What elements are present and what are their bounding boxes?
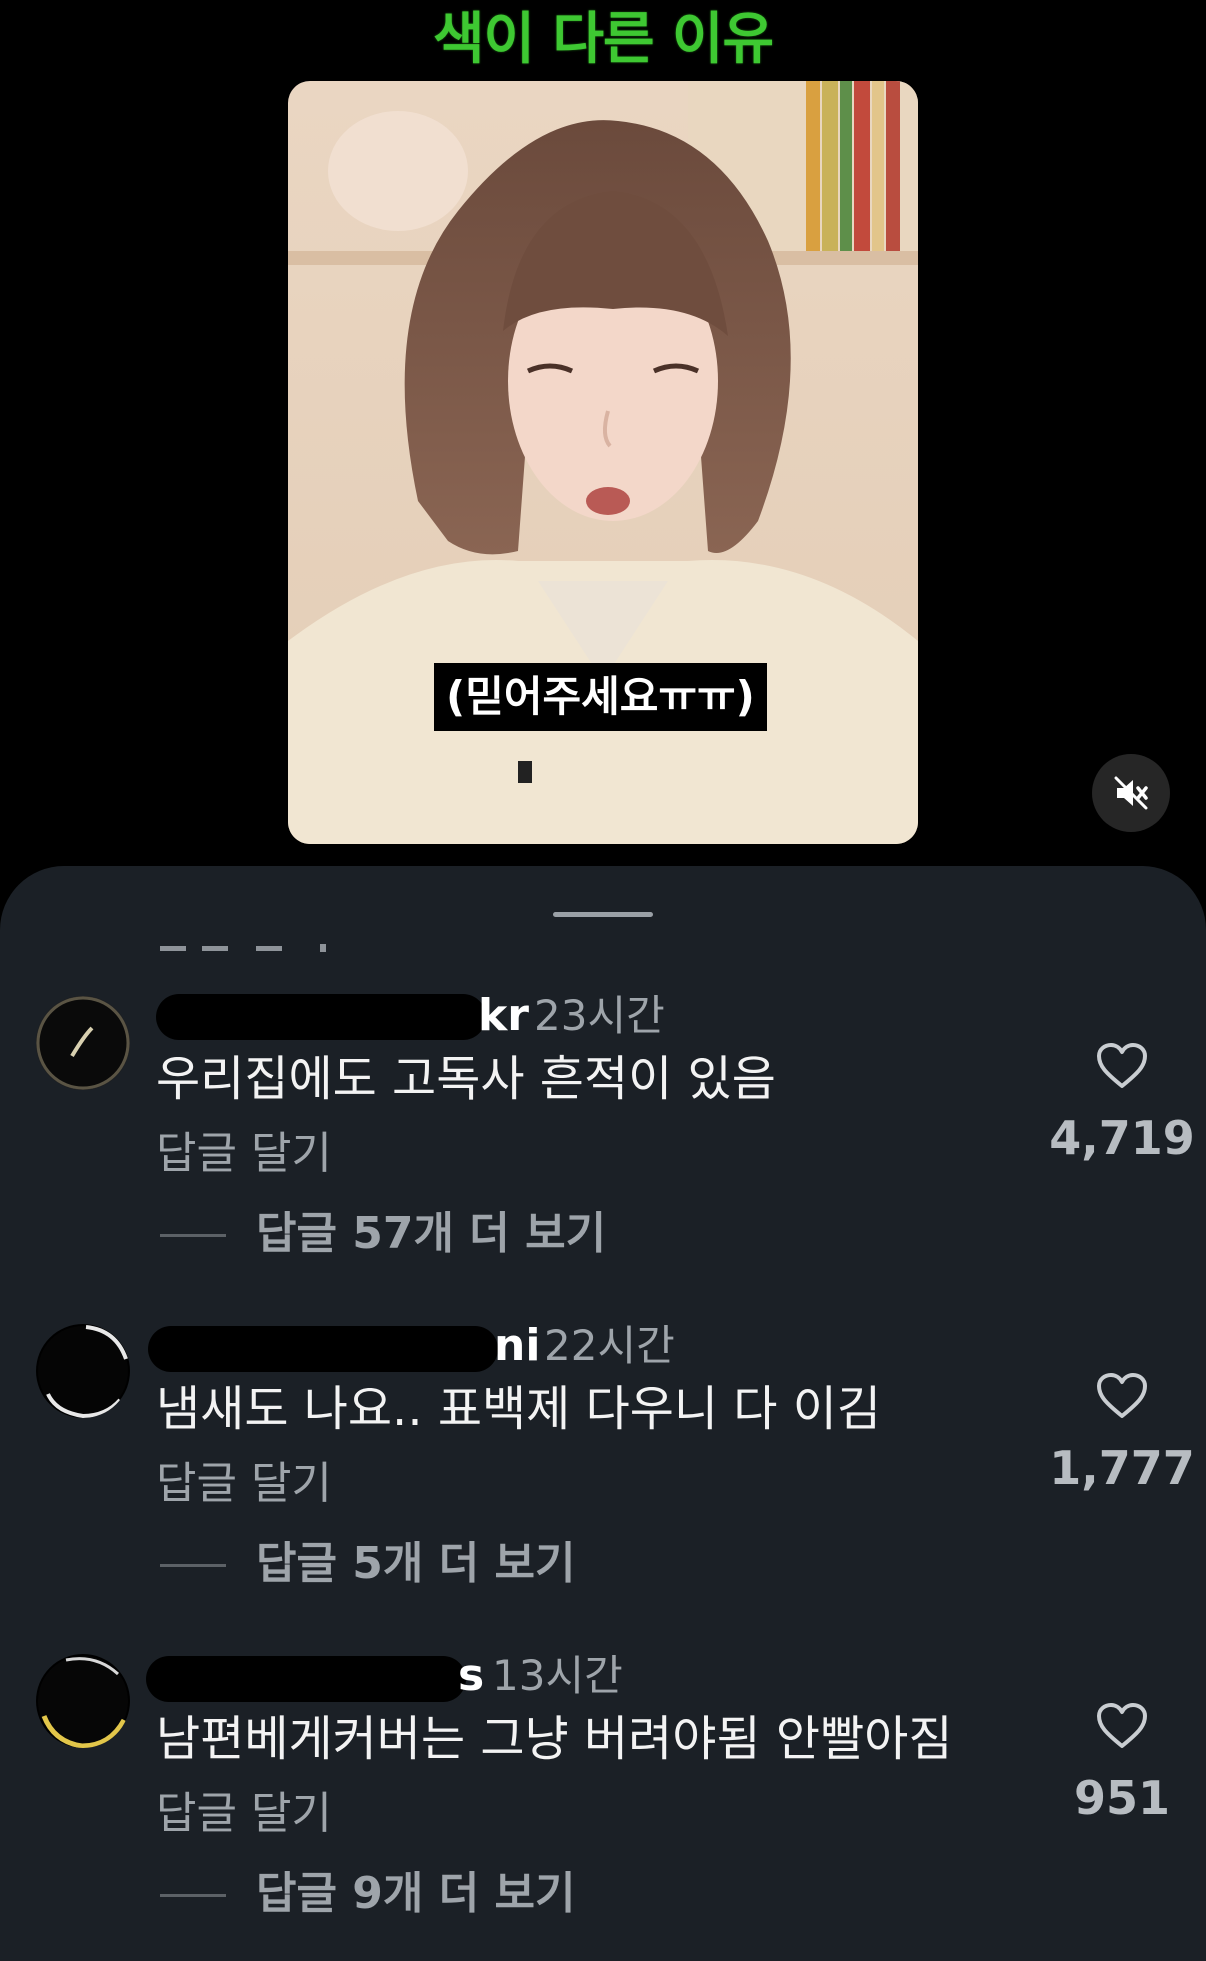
comment-item: s 13시간 남편베게커버는 그냥 버려야됨 안빨아짐 답글 달기 답글 9개 …	[0, 1646, 1206, 1946]
avatar[interactable]	[36, 996, 130, 1090]
comment-text: 우리집에도 고독사 흔적이 있음	[156, 1051, 776, 1107]
avatar[interactable]	[36, 1324, 130, 1418]
divider-line	[160, 1564, 226, 1567]
view-more-replies-label: 답글 5개 더 보기	[256, 1538, 576, 1589]
mute-button[interactable]	[1092, 754, 1170, 832]
heart-icon[interactable]	[1096, 1372, 1148, 1420]
comments-sheet[interactable]: kr 23시간 우리집에도 고독사 흔적이 있음 답글 달기 답글 57개 더 …	[0, 866, 1206, 1961]
comment-author-row[interactable]: kr 23시간	[156, 986, 856, 1046]
comment-time: 22시간	[544, 1321, 675, 1370]
reply-button[interactable]: 답글 달기	[156, 1784, 332, 1844]
like-count: 951	[1073, 1771, 1171, 1825]
view-more-replies-label: 답글 57개 더 보기	[256, 1208, 607, 1259]
redacted-username	[146, 1656, 466, 1702]
view-more-replies[interactable]: 답글 9개 더 보기	[160, 1864, 860, 1924]
view-more-replies[interactable]: 답글 5개 더 보기	[160, 1534, 860, 1594]
like-count: 1,777	[1049, 1441, 1195, 1495]
view-more-replies[interactable]: 답글 57개 더 보기	[160, 1204, 860, 1264]
heart-icon[interactable]	[1096, 1042, 1148, 1090]
view-more-replies-label: 답글 9개 더 보기	[256, 1868, 576, 1919]
username-visible-part: ni	[494, 1320, 541, 1371]
comment-item: ni 22시간 냄새도 나요.. 표백제 다우니 다 이김 답글 달기 답글 5…	[0, 1316, 1206, 1616]
divider-line	[160, 1234, 226, 1237]
comment-text: 남편베게커버는 그냥 버려야됨 안빨아짐	[156, 1711, 953, 1767]
like-count: 4,719	[1049, 1111, 1195, 1165]
username-visible-part: kr	[478, 990, 529, 1041]
comment-item: kr 23시간 우리집에도 고독사 흔적이 있음 답글 달기 답글 57개 더 …	[0, 986, 1206, 1286]
comment-author-row[interactable]: s 13시간	[146, 1646, 856, 1706]
clipped-previous-text	[160, 944, 326, 952]
divider-line	[160, 1894, 226, 1897]
comment-time: 13시간	[492, 1651, 623, 1700]
speaker-muted-icon	[1114, 776, 1148, 810]
redacted-username	[148, 1326, 498, 1372]
video-title-overlay: 색이 다른 이유	[432, 7, 774, 72]
comment-time: 23시간	[534, 991, 665, 1040]
comment-text: 냄새도 나요.. 표백제 다우니 다 이김	[156, 1381, 882, 1437]
reply-button[interactable]: 답글 달기	[156, 1124, 332, 1184]
drag-handle[interactable]	[553, 912, 653, 917]
video-subtitle: (믿어주세요ㅠㅠ)	[434, 663, 767, 731]
username-visible-part: s	[458, 1650, 485, 1701]
reply-button[interactable]: 답글 달기	[156, 1454, 332, 1514]
avatar[interactable]	[36, 1654, 130, 1748]
redacted-username	[156, 994, 486, 1040]
heart-icon[interactable]	[1096, 1702, 1148, 1750]
comment-author-row[interactable]: ni 22시간	[148, 1316, 856, 1376]
